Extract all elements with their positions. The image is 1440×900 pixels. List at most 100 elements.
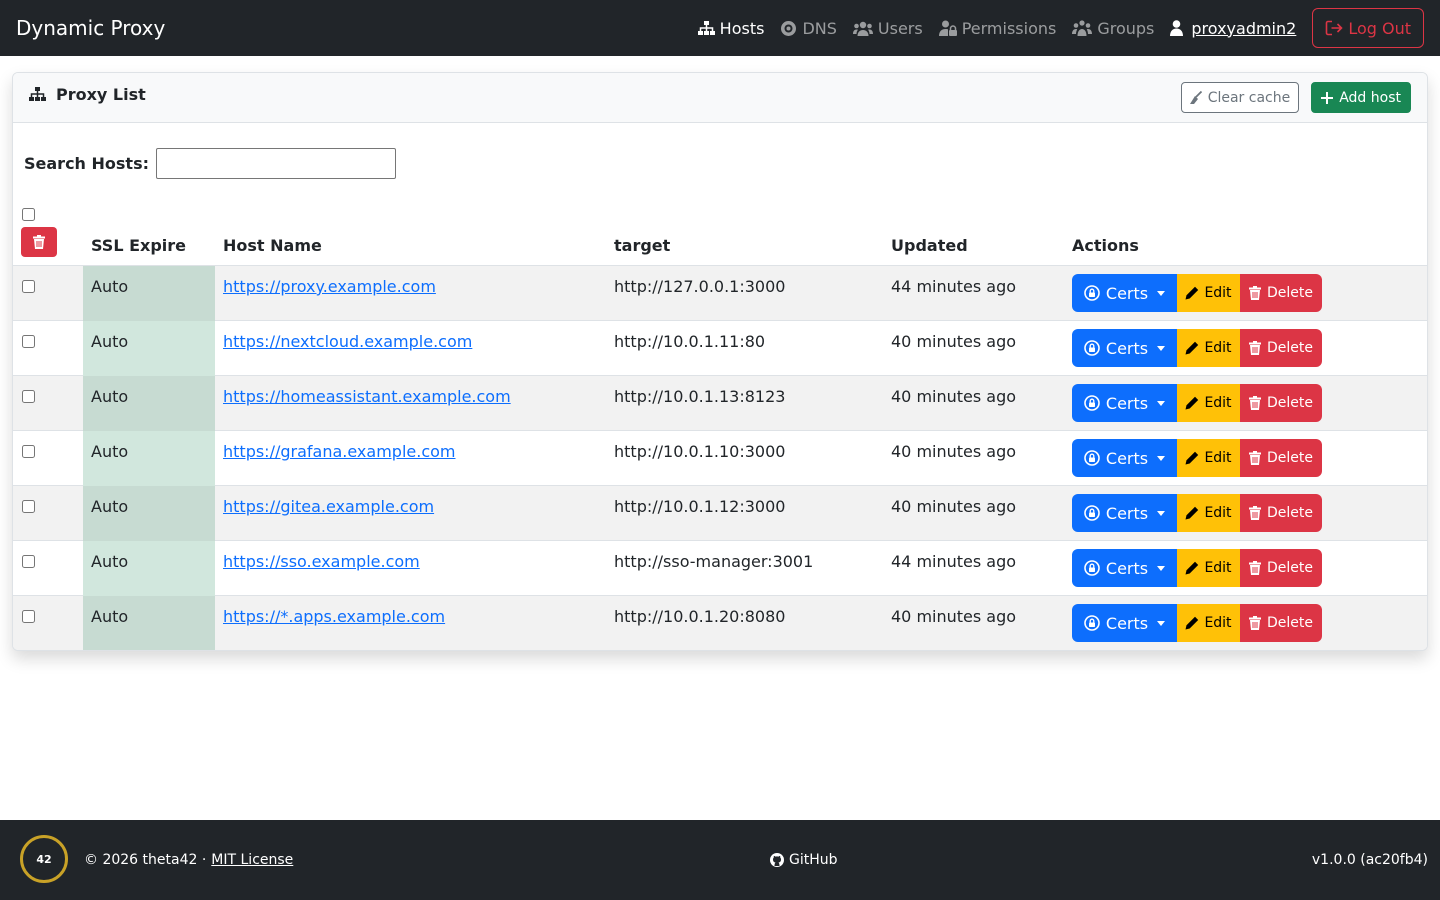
certs-dropdown-button[interactable]: Certs <box>1072 384 1177 422</box>
edit-label: Edit <box>1204 560 1232 576</box>
certs-label: Certs <box>1105 338 1149 358</box>
brand-title[interactable]: Dynamic Proxy <box>16 16 165 40</box>
edit-button[interactable]: Edit <box>1177 549 1240 587</box>
edit-button[interactable]: Edit <box>1177 329 1240 367</box>
dns-icon <box>781 20 797 36</box>
certs-dropdown-button[interactable]: Certs <box>1072 604 1177 642</box>
nav-links: Hosts DNS Users Permissions Groups proxy… <box>682 0 1424 56</box>
caret-down-icon <box>1157 565 1166 571</box>
nav-link-users[interactable]: Users <box>852 18 923 38</box>
delete-button[interactable]: Delete <box>1240 274 1322 312</box>
target-value: http://10.0.1.13:8123 <box>614 387 786 406</box>
logout-button[interactable]: Log Out <box>1312 8 1424 48</box>
column-header-actions: Actions <box>1072 236 1139 255</box>
row-select-checkbox[interactable] <box>22 445 35 458</box>
trash-icon <box>1249 286 1261 300</box>
plus-icon <box>1321 91 1334 104</box>
host-name-link[interactable]: https://gitea.example.com <box>223 497 434 516</box>
table-row: Auto https://nextcloud.example.com http://… <box>13 321 1427 376</box>
certs-dropdown-button[interactable]: Certs <box>1072 549 1177 587</box>
nav-link-dns[interactable]: DNS <box>780 19 837 38</box>
column-header-updated: Updated <box>891 236 968 255</box>
edit-button[interactable]: Edit <box>1177 274 1240 312</box>
license-link[interactable]: MIT License <box>211 852 293 868</box>
search-hosts-input[interactable] <box>155 148 396 179</box>
row-select-checkbox[interactable] <box>22 390 35 403</box>
certs-dropdown-button[interactable]: Certs <box>1072 274 1177 312</box>
clear-cache-button[interactable]: Clear cache <box>1180 82 1300 113</box>
delete-button[interactable]: Delete <box>1240 439 1322 477</box>
user-icon <box>1170 20 1184 36</box>
delete-button[interactable]: Delete <box>1240 549 1322 587</box>
certs-dropdown-button[interactable]: Certs <box>1072 439 1177 477</box>
edit-button[interactable]: Edit <box>1177 494 1240 532</box>
updated-value: 40 minutes ago <box>891 442 1017 461</box>
sitemap-icon <box>29 87 46 101</box>
bulk-delete-button[interactable] <box>21 227 57 257</box>
delete-button[interactable]: Delete <box>1240 494 1322 532</box>
edit-label: Edit <box>1204 615 1232 631</box>
target-value: http://10.0.1.10:3000 <box>614 442 786 461</box>
delete-button[interactable]: Delete <box>1240 604 1322 642</box>
search-row: Search Hosts: <box>24 148 396 179</box>
certs-dropdown-button[interactable]: Certs <box>1072 329 1177 367</box>
pencil-icon <box>1185 286 1199 300</box>
target-value: http://10.0.1.20:8080 <box>614 607 786 626</box>
delete-button[interactable]: Delete <box>1240 329 1322 367</box>
delete-button[interactable]: Delete <box>1240 384 1322 422</box>
host-name-link[interactable]: https://*.apps.example.com <box>223 607 445 626</box>
updated-value: 40 minutes ago <box>891 332 1017 351</box>
nav-link-permissions[interactable]: Permissions <box>938 18 1057 38</box>
host-name-link[interactable]: https://homeassistant.example.com <box>223 387 511 406</box>
ssl-expire-value: Auto <box>91 552 129 571</box>
row-actions: Certs Edit Delete <box>1072 604 1322 642</box>
select-all-checkbox[interactable] <box>22 208 35 221</box>
row-select-checkbox[interactable] <box>22 280 35 293</box>
table-row: Auto https://proxy.example.com http://127.… <box>13 266 1427 321</box>
add-host-button[interactable]: Add host <box>1311 82 1411 113</box>
row-actions: Certs Edit Delete <box>1072 329 1322 367</box>
github-link[interactable]: GitHub <box>770 852 838 868</box>
host-name-link[interactable]: https://proxy.example.com <box>223 277 436 296</box>
host-name-link[interactable]: https://nextcloud.example.com <box>223 332 472 351</box>
user-profile-link[interactable]: proxyadmin2 <box>1170 19 1296 38</box>
delete-label: Delete <box>1267 450 1313 466</box>
pencil-icon <box>1185 616 1199 630</box>
caret-down-icon <box>1157 510 1166 516</box>
edit-button[interactable]: Edit <box>1177 604 1240 642</box>
ssl-expire-value: Auto <box>91 442 129 461</box>
edit-label: Edit <box>1204 395 1232 411</box>
certs-label: Certs <box>1105 613 1149 633</box>
edit-label: Edit <box>1204 285 1232 301</box>
column-header-host: Host Name <box>223 236 322 255</box>
row-select-checkbox[interactable] <box>22 555 35 568</box>
nav-link-groups-label: Groups <box>1097 18 1155 38</box>
trash-icon <box>1249 506 1261 520</box>
row-actions: Certs Edit Delete <box>1072 439 1322 477</box>
card-title-text: Proxy List <box>56 84 146 104</box>
row-select-checkbox[interactable] <box>22 500 35 513</box>
host-name-link[interactable]: https://sso.example.com <box>223 552 420 571</box>
delete-label: Delete <box>1267 560 1313 576</box>
add-host-label: Add host <box>1339 89 1401 106</box>
nav-link-groups[interactable]: Groups <box>1072 19 1154 38</box>
username-label: proxyadmin2 <box>1191 18 1297 38</box>
edit-button[interactable]: Edit <box>1177 384 1240 422</box>
nav-link-permissions-label: Permissions <box>961 18 1057 38</box>
nav-link-users-label: Users <box>877 18 923 38</box>
sitemap-icon <box>697 21 715 35</box>
github-icon <box>770 853 784 867</box>
pencil-icon <box>1185 506 1199 520</box>
header-actions: Clear cache Add host <box>1180 82 1411 113</box>
row-select-checkbox[interactable] <box>22 610 35 623</box>
certs-dropdown-button[interactable]: Certs <box>1072 494 1177 532</box>
nav-link-hosts[interactable]: Hosts <box>697 19 764 38</box>
host-name-link[interactable]: https://grafana.example.com <box>223 442 455 461</box>
updated-value: 44 minutes ago <box>891 552 1017 571</box>
edit-button[interactable]: Edit <box>1177 439 1240 477</box>
version-label: v1.0.0 (ac20fb4) <box>1311 852 1428 868</box>
caret-down-icon <box>1157 400 1166 406</box>
row-select-checkbox[interactable] <box>22 335 35 348</box>
github-label: GitHub <box>789 852 838 868</box>
trash-icon <box>1249 616 1261 630</box>
